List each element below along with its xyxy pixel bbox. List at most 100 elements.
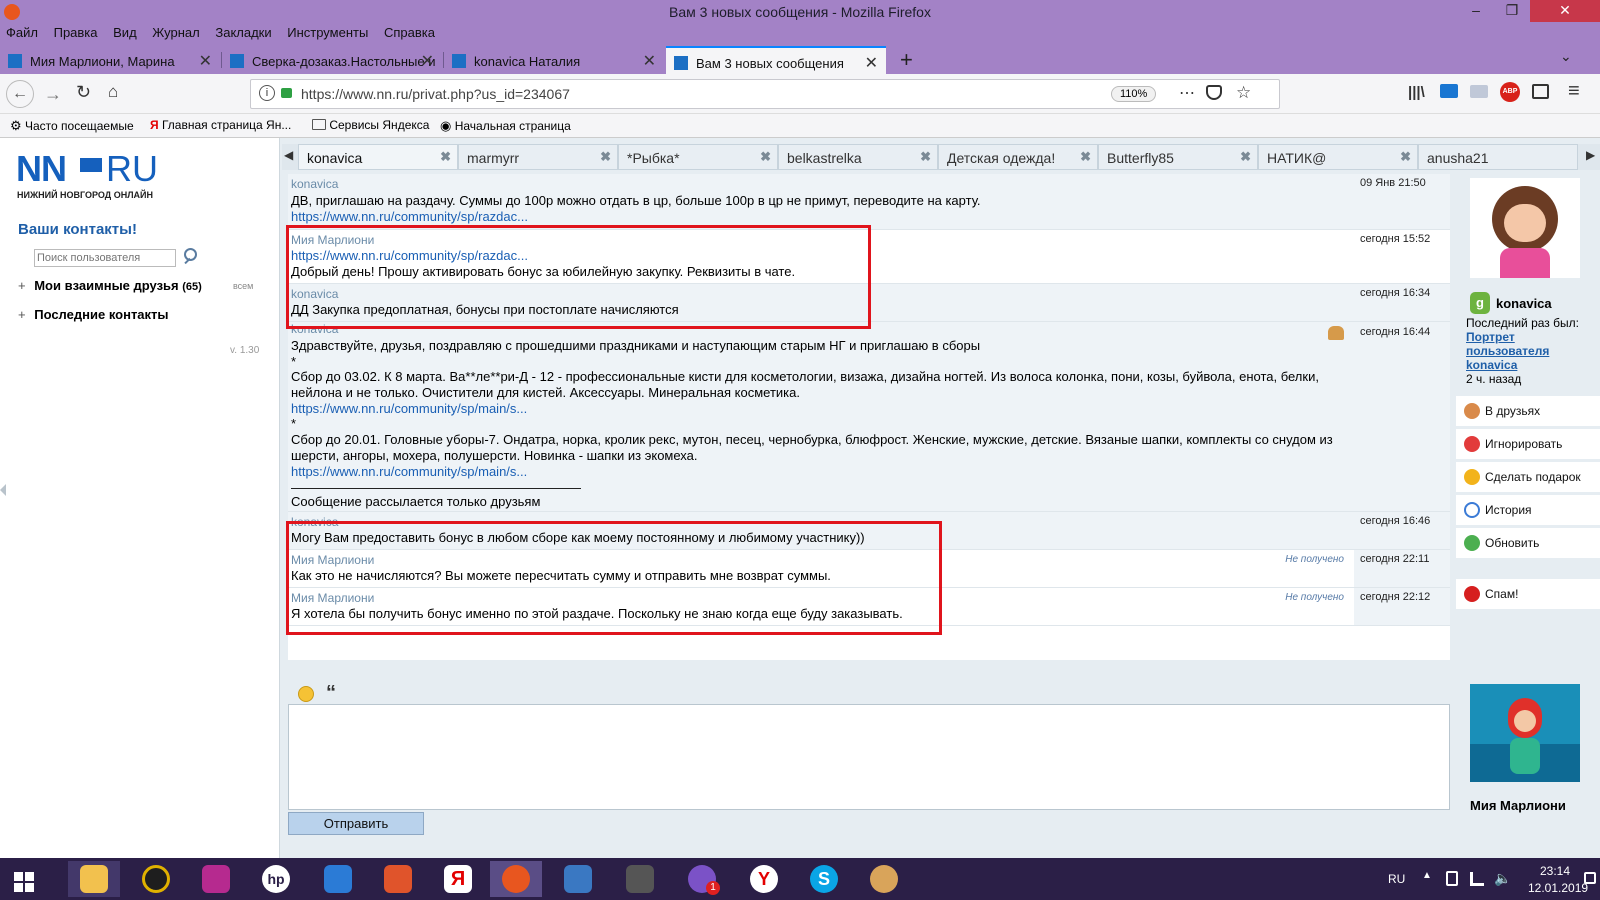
close-contact-tab-icon[interactable]: ✖ — [440, 149, 451, 165]
clock-time[interactable]: 23:14 — [1540, 864, 1570, 878]
cart-icon[interactable] — [1440, 84, 1458, 98]
close-tab-icon[interactable]: ✕ — [199, 51, 212, 71]
nn-logo[interactable]: NN RU НИЖНИЙ НОВГОРОД ОНЛАЙН — [16, 148, 176, 200]
tab-list-icon[interactable]: ⌄ — [1560, 48, 1572, 65]
close-tab-icon[interactable]: ✕ — [865, 53, 878, 73]
contact-tab[interactable]: belkastrelka ✖ — [778, 144, 938, 170]
media-player-icon[interactable] — [130, 861, 182, 897]
mail-icon[interactable] — [1470, 85, 1488, 98]
history-button[interactable]: История — [1456, 495, 1600, 525]
refresh-button[interactable]: Обновить — [1456, 528, 1600, 558]
user-search-input[interactable] — [34, 249, 176, 267]
browser-tab[interactable]: Сверка-дозаказ.Настольные и ✕ — [222, 46, 442, 74]
close-contact-tab-icon[interactable]: ✖ — [600, 149, 611, 165]
contact-tab[interactable]: konavica ✖ — [298, 144, 458, 170]
contact-tab[interactable]: *Рыбка* ✖ — [618, 144, 778, 170]
minimize-button[interactable]: – — [1460, 0, 1492, 22]
bookmark-star-icon[interactable]: ☆ — [1236, 83, 1251, 103]
notifications-icon[interactable] — [1584, 872, 1596, 884]
expand-plus-icon[interactable]: + — [18, 278, 26, 293]
menu-tools[interactable]: Инструменты — [287, 25, 368, 40]
contact-tab[interactable]: anusha21 — [1418, 144, 1578, 170]
mail-app-icon[interactable] — [312, 861, 364, 897]
page-actions-icon[interactable]: ⋯ — [1179, 83, 1195, 103]
bookmark-yandex-home[interactable]: Я Главная страница Ян... — [150, 118, 291, 132]
portrait-link[interactable]: Портрет пользователя konavica — [1466, 330, 1566, 372]
hamburger-menu-icon[interactable]: ≡ — [1568, 80, 1580, 103]
message-author[interactable]: konavica — [291, 177, 338, 191]
close-contact-tab-icon[interactable]: ✖ — [760, 149, 771, 165]
quote-icon[interactable]: “ — [326, 682, 336, 705]
friends-filter[interactable]: всем — [233, 281, 253, 291]
menu-bookmarks[interactable]: Закладки — [215, 25, 271, 40]
gift-button[interactable]: Сделать подарок — [1456, 462, 1600, 492]
forward-icon[interactable]: → — [44, 84, 62, 105]
zoom-level[interactable]: 110% — [1111, 86, 1157, 102]
close-contact-tab-icon[interactable]: ✖ — [1080, 149, 1091, 165]
bookmark-yandex-services[interactable]: Сервисы Яндекса — [312, 118, 429, 132]
yandex-app-icon[interactable]: Y — [738, 861, 790, 897]
skype-icon[interactable]: S — [798, 861, 850, 897]
user-avatar[interactable] — [1470, 178, 1580, 278]
menu-help[interactable]: Справка — [384, 25, 435, 40]
my-avatar[interactable] — [1470, 684, 1580, 782]
adblock-icon[interactable]: ABP — [1500, 82, 1520, 102]
volume-icon[interactable]: 🔈 — [1494, 870, 1511, 887]
contact-tab[interactable]: НАТИК@ ✖ — [1258, 144, 1418, 170]
url-bar[interactable]: i https://www.nn.ru/privat.php?us_id=234… — [250, 79, 1280, 109]
remote-desktop-icon[interactable] — [190, 861, 242, 897]
info-icon[interactable]: i — [259, 85, 275, 101]
scroll-left-icon[interactable]: ◀ — [284, 148, 293, 162]
message-textarea[interactable] — [288, 704, 1450, 810]
message-link[interactable]: https://www.nn.ru/community/sp/razdac... — [291, 209, 528, 225]
close-contact-tab-icon[interactable]: ✖ — [1240, 149, 1251, 165]
pocket-icon[interactable] — [1206, 85, 1222, 100]
spam-button[interactable]: Спам! — [1456, 579, 1600, 609]
menu-history[interactable]: Журнал — [152, 25, 199, 40]
new-tab-icon[interactable]: + — [900, 47, 913, 73]
recent-contacts-group[interactable]: + Последние контакты — [18, 307, 169, 322]
camera-app-icon[interactable] — [614, 861, 666, 897]
message-link[interactable]: https://www.nn.ru/community/sp/main/s... — [291, 401, 527, 416]
close-window-button[interactable]: ✕ — [1530, 0, 1600, 22]
collapse-arrow-icon[interactable] — [0, 484, 6, 496]
ignore-button[interactable]: Игнорировать — [1456, 429, 1600, 459]
expand-plus-icon[interactable]: + — [18, 307, 26, 322]
file-explorer-icon[interactable] — [68, 861, 120, 897]
firefox-taskbar-icon[interactable] — [490, 861, 542, 897]
close-tab-icon[interactable]: ✕ — [421, 51, 434, 71]
sidebar-icon[interactable] — [1532, 84, 1549, 99]
close-contact-tab-icon[interactable]: ✖ — [920, 149, 931, 165]
home-icon[interactable]: ⌂ — [108, 82, 118, 102]
menu-file[interactable]: Файл — [6, 25, 38, 40]
library-icon[interactable]: |||\ — [1408, 84, 1425, 101]
smiley-icon[interactable] — [298, 686, 314, 702]
close-tab-icon[interactable]: ✕ — [643, 51, 656, 71]
maximize-button[interactable]: ❐ — [1496, 0, 1528, 22]
browser-tab[interactable]: konavica Наталия ✕ — [444, 46, 664, 74]
profile-name[interactable]: konavica — [1496, 296, 1552, 311]
friends-group[interactable]: + Мои взаимные друзья (65) всем — [18, 278, 268, 293]
menu-edit[interactable]: Правка — [54, 25, 98, 40]
send-button[interactable]: Отправить — [288, 812, 424, 835]
bookmark-start-page[interactable]: ◉ Начальная страница — [440, 118, 571, 134]
close-contact-tab-icon[interactable]: ✖ — [1400, 149, 1411, 165]
network-icon[interactable] — [1470, 872, 1484, 886]
start-button[interactable] — [0, 861, 48, 897]
sound-app-icon[interactable] — [552, 861, 604, 897]
contact-tab[interactable]: Butterfly85 ✖ — [1098, 144, 1258, 170]
tray-tablet-icon[interactable] — [1446, 871, 1458, 886]
keyboard-language[interactable]: RU — [1388, 872, 1405, 886]
browser-tab[interactable]: Мия Марлиони, Марина ✕ — [0, 46, 220, 74]
back-button[interactable]: ← — [6, 80, 34, 108]
contact-tab[interactable]: marmyrr ✖ — [458, 144, 618, 170]
viber-icon[interactable]: 1 — [676, 861, 728, 897]
paint-app-icon[interactable] — [858, 861, 910, 897]
tray-expand-icon[interactable]: ▲ — [1422, 870, 1432, 881]
browser-tab-active[interactable]: Вам 3 новых сообщения ✕ — [666, 46, 886, 74]
yandex-browser-icon[interactable]: Я — [432, 861, 484, 897]
clock-date[interactable]: 12.01.2019 — [1528, 881, 1588, 895]
games-app-icon[interactable] — [372, 861, 424, 897]
in-friends-button[interactable]: В друзьях — [1456, 396, 1600, 426]
message-link[interactable]: https://www.nn.ru/community/sp/main/s... — [291, 464, 527, 479]
